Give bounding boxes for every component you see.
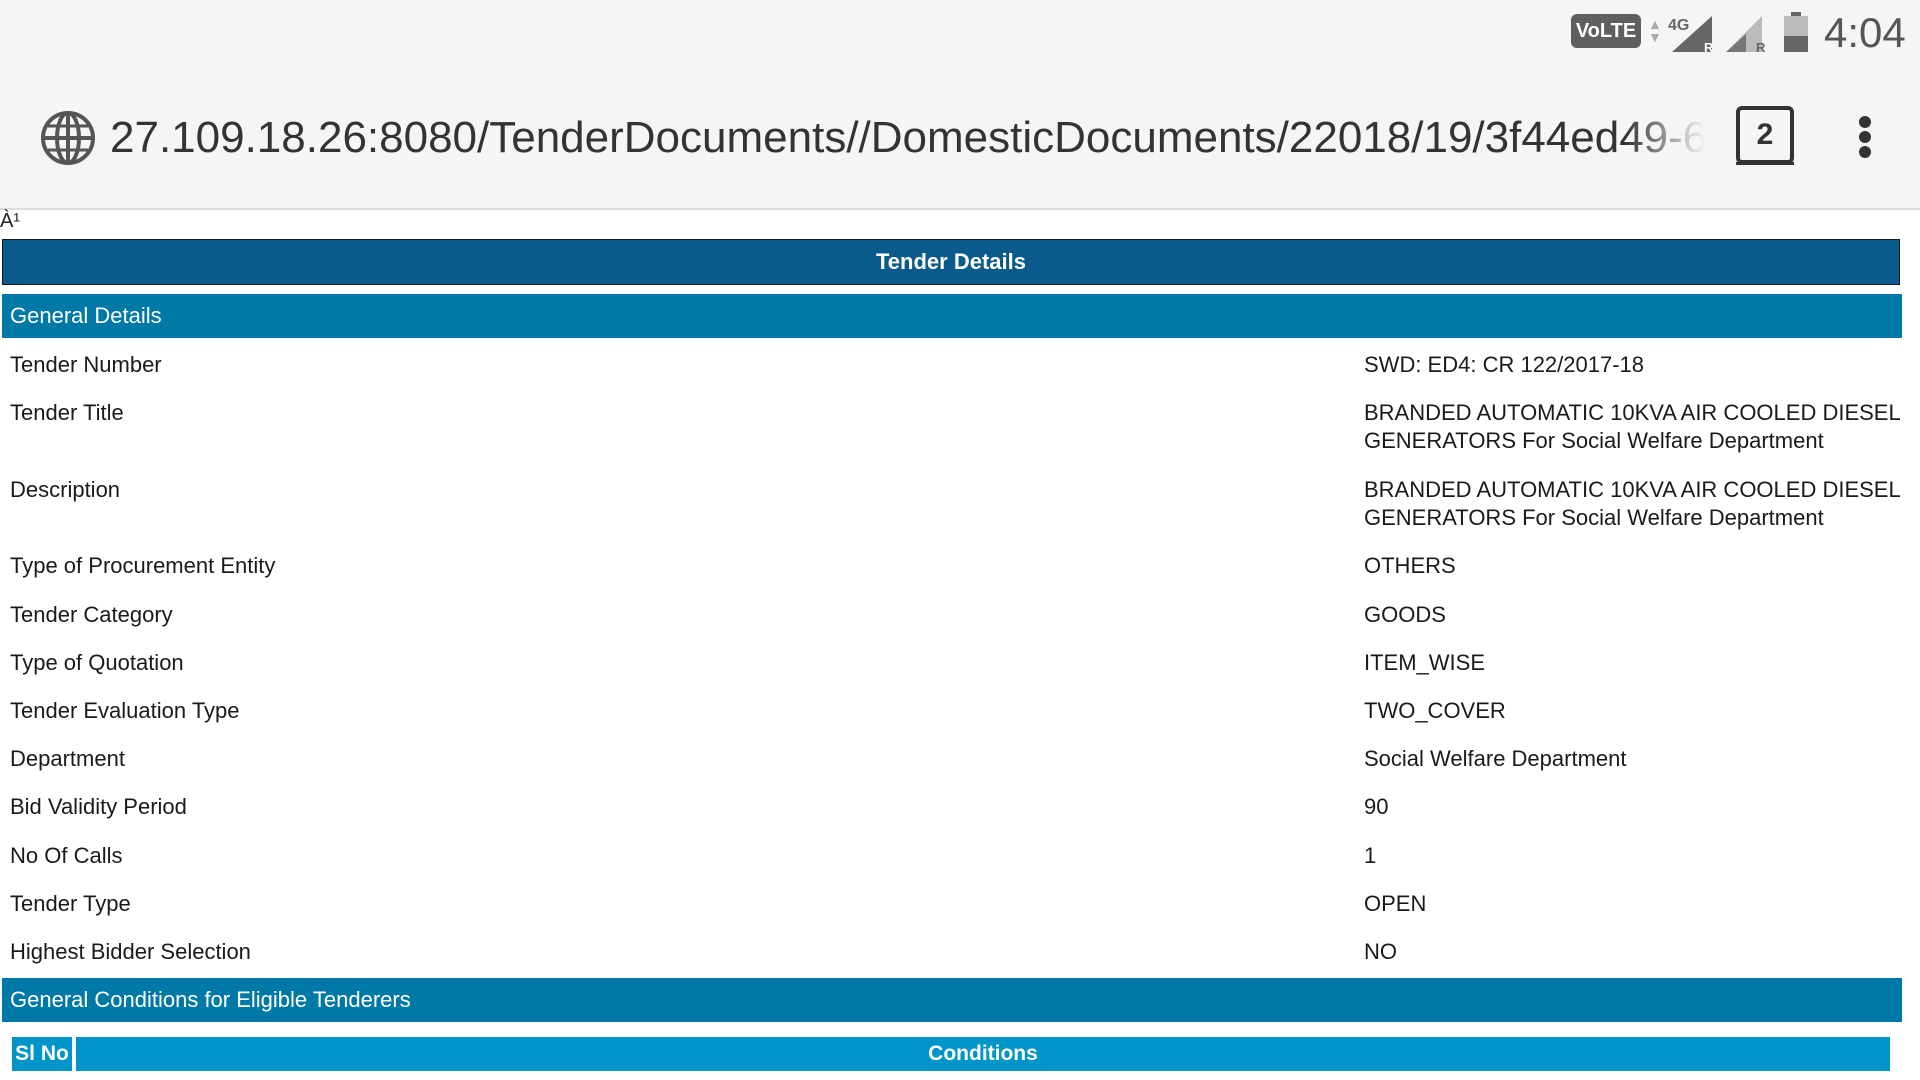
- page-title: Tender Details: [2, 239, 1900, 285]
- row-label: Tender Type: [10, 891, 131, 916]
- row-value: Social Welfare Department: [1364, 746, 1627, 771]
- roaming-mark-2: R: [1756, 40, 1766, 54]
- url-bar[interactable]: 27.109.18.26:8080/TenderDocuments//Domes…: [110, 108, 1705, 168]
- section-general-conditions: General Conditions for Eligible Tenderer…: [2, 978, 1902, 1022]
- menu-dot-icon: [1859, 131, 1871, 143]
- row-label: Tender Title: [10, 400, 124, 425]
- column-header-sl-no: Sl No: [12, 1037, 72, 1071]
- tab-switcher-button[interactable]: 2: [1736, 106, 1794, 164]
- row-value: GOODS: [1364, 602, 1446, 627]
- row-value: SWD: ED4: CR 122/2017-18: [1364, 352, 1645, 377]
- row-value: BRANDED AUTOMATIC 10KVA AIR COOLED DIESE…: [1364, 477, 1900, 530]
- row-label: Type of Quotation: [10, 650, 184, 675]
- row-label: Tender Category: [10, 602, 173, 627]
- stray-characters: À¹: [0, 210, 20, 232]
- row-value: 90: [1364, 794, 1389, 819]
- column-header-conditions: Conditions: [76, 1037, 1890, 1071]
- roaming-mark: R: [1704, 40, 1714, 54]
- row-label: No Of Calls: [10, 843, 123, 868]
- network-type-label: 4G: [1668, 17, 1689, 34]
- conditions-table-header: Sl No Conditions: [12, 1037, 1890, 1071]
- row-value: ITEM_WISE: [1364, 650, 1486, 675]
- row-value: TWO_COVER: [1364, 698, 1506, 723]
- menu-dot-icon: [1859, 116, 1871, 128]
- row-label: Highest Bidder Selection: [10, 939, 251, 964]
- row-value: OPEN: [1364, 891, 1427, 916]
- row-value: BRANDED AUTOMATIC 10KVA AIR COOLED DIESE…: [1364, 400, 1900, 453]
- row-label: Tender Number: [10, 352, 162, 377]
- tab-switcher-underline: [1736, 162, 1794, 165]
- battery-icon: [1784, 12, 1808, 52]
- row-label: Description: [10, 477, 121, 502]
- status-bar: VoLTE ▲ ▼ 4G R R 4:04: [0, 0, 1920, 64]
- signal-icon-sim1: 4G R: [1668, 16, 1714, 54]
- data-activity-icon: ▲ ▼: [1648, 16, 1662, 45]
- menu-dot-icon: [1859, 146, 1871, 158]
- row-label: Type of Procurement Entity: [10, 553, 276, 578]
- volte-badge: VoLTE: [1571, 14, 1641, 48]
- globe-icon[interactable]: [40, 110, 96, 166]
- section-general-details: General Details: [2, 294, 1902, 338]
- row-label: Bid Validity Period: [10, 794, 187, 819]
- row-label: Department: [10, 746, 125, 771]
- signal-icon-sim2: R: [1726, 16, 1766, 54]
- row-label: Tender Evaluation Type: [10, 698, 240, 723]
- row-value: 1: [1364, 843, 1377, 868]
- row-value: OTHERS: [1364, 553, 1456, 578]
- browser-chrome: VoLTE ▲ ▼ 4G R R 4:04 27.109.18.26:8080/T…: [0, 0, 1920, 210]
- url-text: 27.109.18.26:8080/TenderDocuments//Domes…: [110, 113, 1705, 162]
- clock: 4:04: [1824, 9, 1906, 56]
- row-value: NO: [1364, 939, 1397, 964]
